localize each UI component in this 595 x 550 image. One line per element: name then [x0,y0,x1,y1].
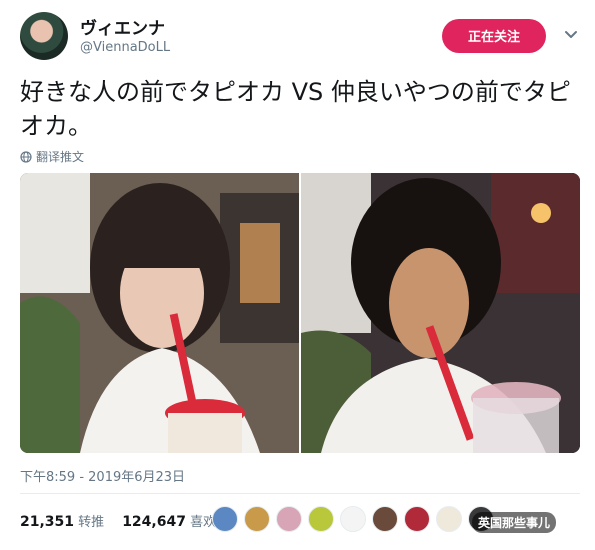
liker-avatar[interactable] [340,506,366,532]
chevron-down-icon[interactable] [562,26,580,44]
tweet-stats: 21,351 转推 124,647 喜欢 [20,511,216,530]
liker-avatar[interactable] [308,506,334,532]
likes-stat[interactable]: 124,647 喜欢 [122,511,216,530]
user-handle[interactable]: @ViennaDoLL [80,40,170,55]
liker-avatar[interactable] [244,506,270,532]
user-display-name[interactable]: ヴィエンナ [80,14,165,39]
photo-2-illustration [301,173,580,453]
user-avatar[interactable] [20,12,68,60]
translate-tweet-link[interactable]: 翻译推文 [20,148,84,165]
likers-avatars [212,506,494,532]
globe-icon [20,150,32,163]
photo-2[interactable] [301,173,580,453]
likes-count: 124,647 [122,514,186,530]
retweets-label: 转推 [78,515,105,530]
tweet-timestamp[interactable]: 下午8:59 - 2019年6月23日 [20,466,185,485]
photo-1[interactable] [20,173,299,453]
liker-avatar[interactable] [276,506,302,532]
following-button[interactable]: 正在关注 [442,19,546,53]
watermark-label: 英国那些事儿 [472,512,557,533]
retweets-stat[interactable]: 21,351 转推 [20,511,104,530]
tweet-photos [20,173,580,453]
liker-avatar[interactable] [404,506,430,532]
retweets-count: 21,351 [20,514,75,530]
tweet-text: 好きな人の前でタピオカ VS 仲良いやつの前でタピオカ。 [20,78,571,140]
divider [20,493,580,494]
tweet-header: ヴィエンナ @ViennaDoLL 正在关注 [0,0,595,68]
photo-1-illustration [20,173,299,453]
liker-avatar[interactable] [212,506,238,532]
translate-label: 翻译推文 [36,150,85,164]
liker-avatar[interactable] [372,506,398,532]
liker-avatar[interactable] [436,506,462,532]
